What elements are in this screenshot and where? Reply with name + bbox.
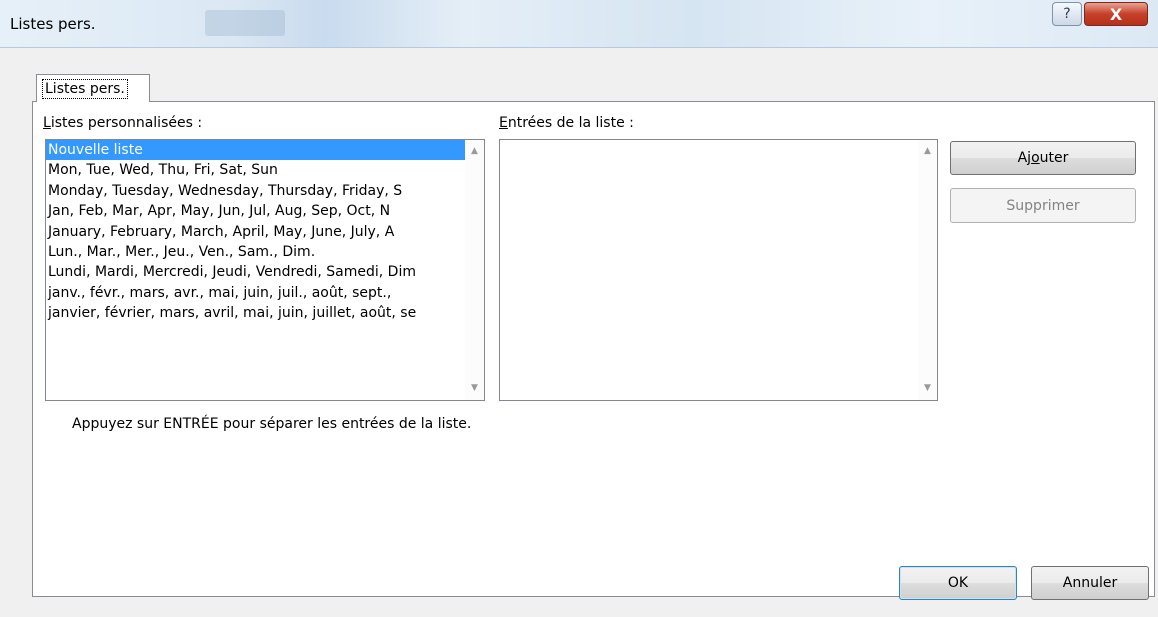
cancel-button[interactable]: Annuler [1031, 566, 1149, 600]
hint-text: Appuyez sur ENTRÉE pour séparer les entr… [72, 416, 472, 432]
list-item[interactable]: January, February, March, April, May, Ju… [46, 222, 465, 242]
help-button[interactable]: ? [1052, 2, 1082, 26]
window-title: Listes pers. [10, 15, 96, 33]
list-item[interactable]: Nouvelle liste [46, 140, 465, 161]
scroll-down-arrow-icon[interactable]: ▼ [918, 379, 937, 398]
custom-lists-items: Nouvelle liste Mon, Tue, Wed, Thu, Fri, S… [46, 140, 465, 324]
scroll-down-arrow-icon[interactable]: ▼ [465, 379, 484, 398]
add-button[interactable]: Aj o uter [950, 141, 1136, 175]
help-question-icon: ? [1063, 6, 1071, 22]
tab-listes-pers[interactable]: Listes pers. [36, 74, 150, 102]
list-entries-scrollbar[interactable]: ▲ ▼ [918, 140, 937, 400]
list-item[interactable]: Mon, Tue, Wed, Thu, Fri, Sat, Sun [46, 160, 465, 180]
list-item[interactable]: janv., févr., mars, avr., mai, juin, jui… [46, 283, 465, 303]
dialog-body: Listes pers. Listes personnalisées : Nou… [8, 48, 1155, 616]
list-entries-textarea[interactable]: ▲ ▼ [499, 139, 938, 401]
custom-lists-listbox[interactable]: Nouvelle liste Mon, Tue, Wed, Thu, Fri, S… [45, 139, 485, 401]
delete-button[interactable]: Supprimer [950, 188, 1136, 223]
custom-lists-scrollbar[interactable]: ▲ ▼ [465, 140, 484, 400]
list-entries-label: Entrées de la liste : [499, 115, 634, 131]
tab-panel: Listes personnalisées : Nouvelle liste Mo… [32, 101, 1155, 597]
title-bar[interactable]: Listes pers. ? X [0, 0, 1158, 48]
list-item[interactable]: janvier, février, mars, avril, mai, juin… [46, 303, 465, 323]
list-item[interactable]: Lun., Mar., Mer., Jeu., Ven., Sam., Dim. [46, 242, 465, 262]
tab-label: Listes pers. [42, 79, 128, 99]
close-button[interactable]: X [1084, 2, 1148, 26]
scroll-up-arrow-icon[interactable]: ▲ [918, 142, 937, 161]
list-item[interactable]: Jan, Feb, Mar, Apr, May, Jun, Jul, Aug, … [46, 201, 465, 221]
list-item[interactable]: Lundi, Mardi, Mercredi, Jeudi, Vendredi,… [46, 262, 465, 282]
list-item[interactable]: Monday, Tuesday, Wednesday, Thursday, Fr… [46, 181, 465, 201]
ok-button[interactable]: OK [899, 566, 1017, 600]
close-x-icon: X [1109, 4, 1123, 24]
dialog-window: Listes pers. ? X Listes pers. Listes per… [0, 0, 1158, 617]
custom-lists-label: Listes personnalisées : [43, 115, 203, 131]
scroll-up-arrow-icon[interactable]: ▲ [465, 142, 484, 161]
